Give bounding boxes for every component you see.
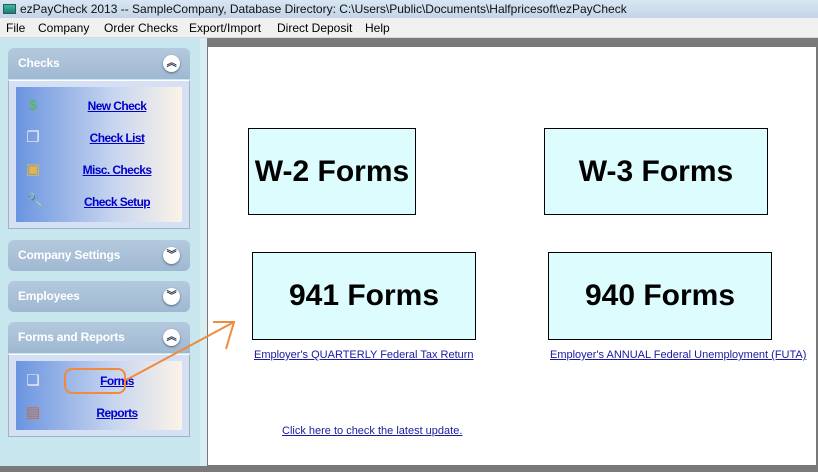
arrow-annotation (125, 321, 236, 381)
highlight-box (64, 368, 126, 394)
annotation-overlay (64, 321, 236, 394)
